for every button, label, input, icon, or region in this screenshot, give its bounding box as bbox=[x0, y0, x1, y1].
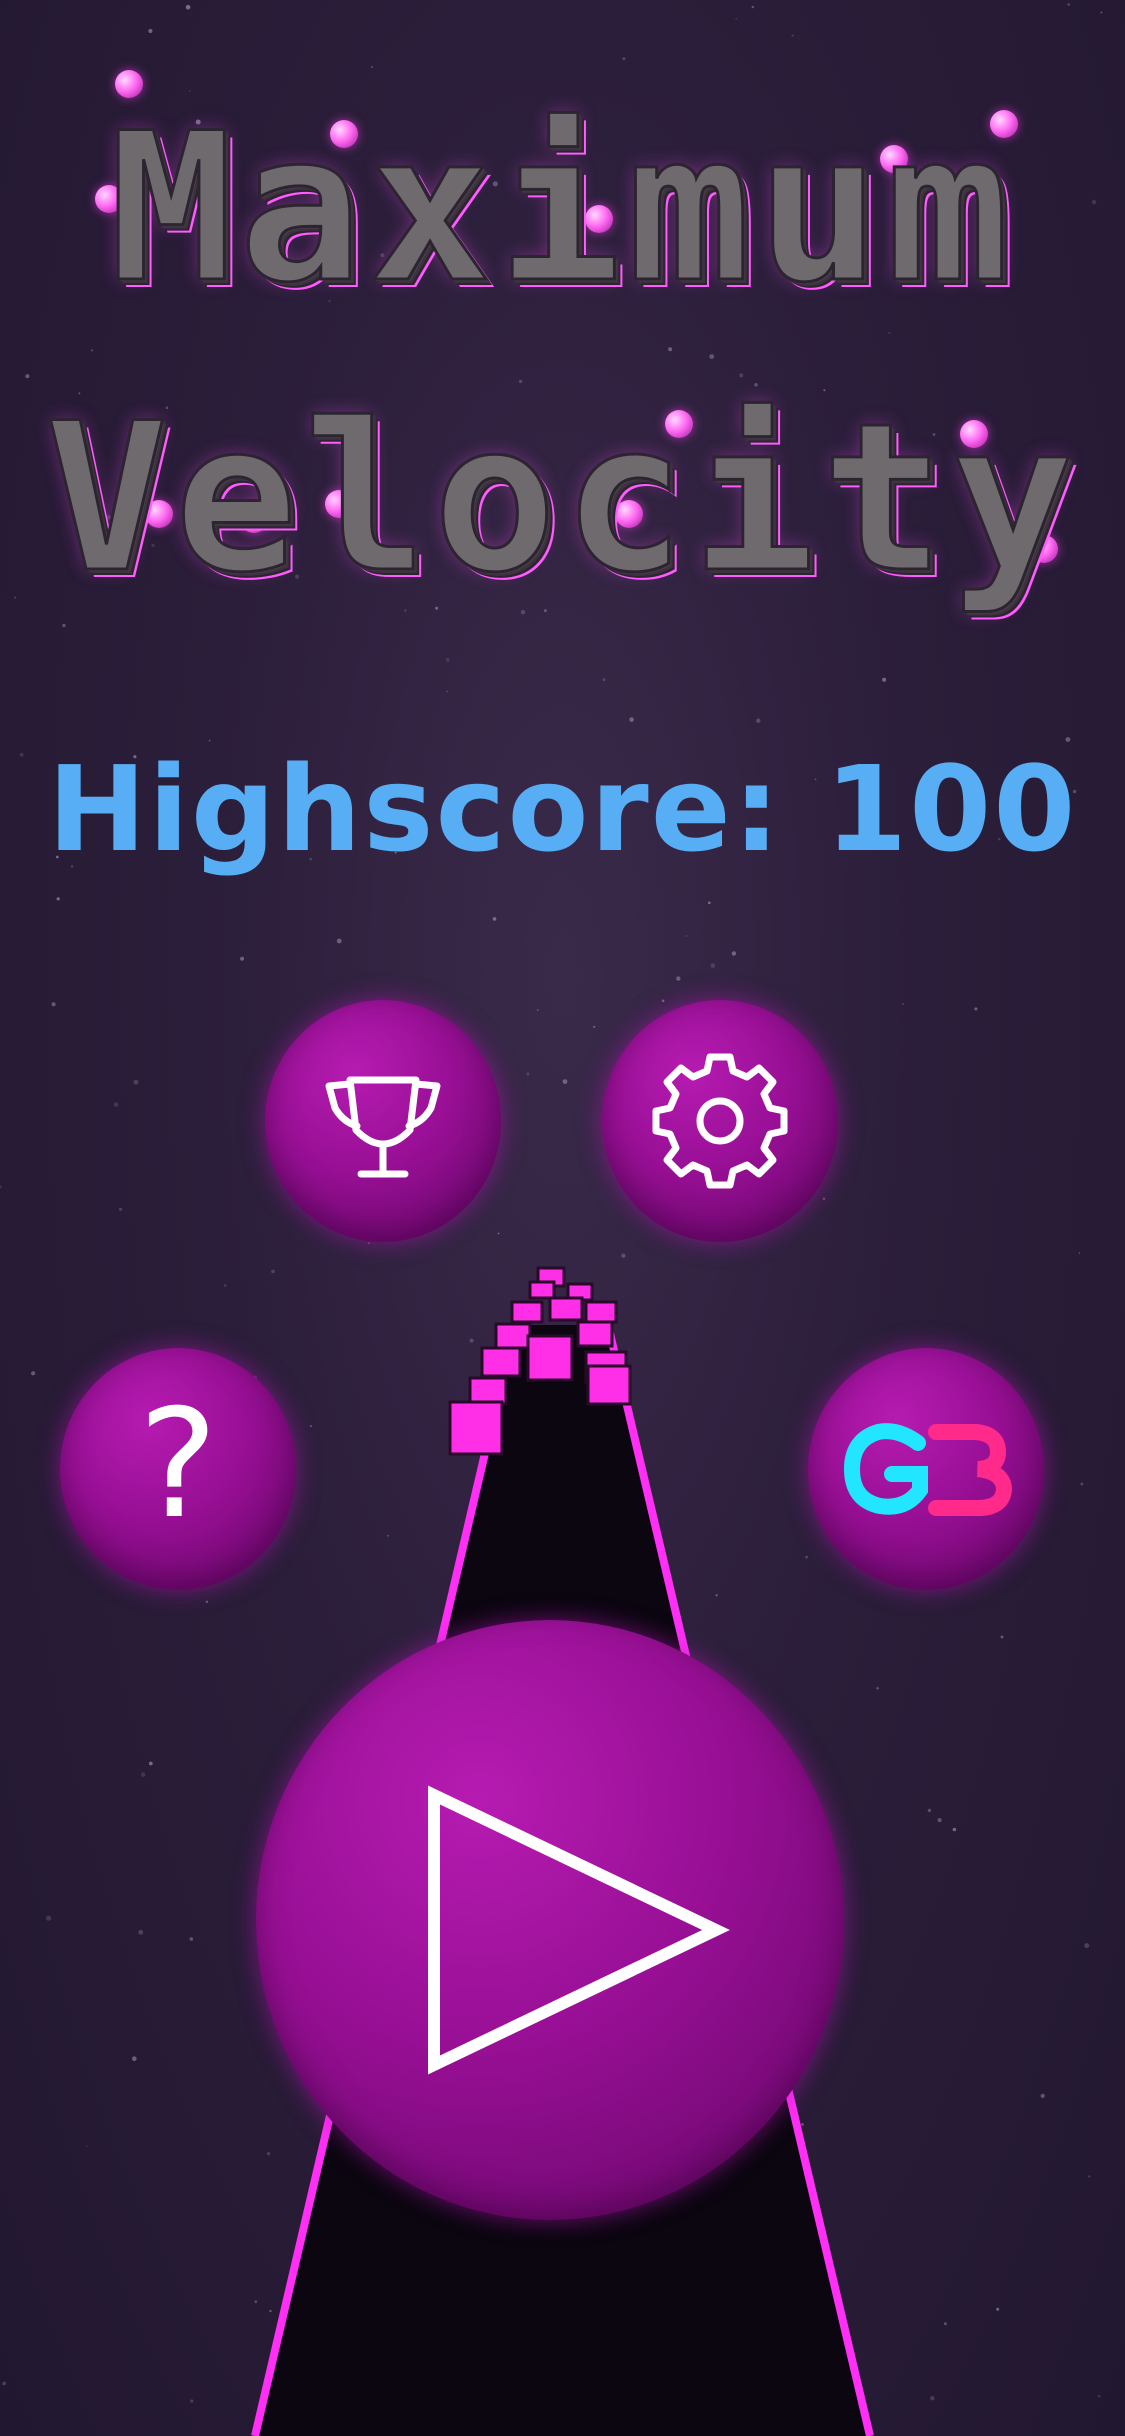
help-button[interactable]: ? bbox=[60, 1348, 296, 1590]
game-screen: Maximum Velocity Highscore: 100 ? bbox=[0, 0, 1125, 2436]
question-icon: ? bbox=[138, 1378, 218, 1552]
play-button[interactable] bbox=[256, 1620, 844, 2220]
title-line-1: Maximum bbox=[108, 89, 1016, 330]
title-line-2: Velocity bbox=[43, 379, 1081, 620]
gear-icon bbox=[652, 1053, 788, 1189]
settings-button[interactable] bbox=[602, 1000, 838, 1242]
gb-logo-icon bbox=[843, 1423, 1013, 1516]
svg-text:?: ? bbox=[138, 1378, 218, 1552]
gb-logo-button[interactable] bbox=[808, 1348, 1044, 1590]
play-icon bbox=[428, 1785, 730, 2075]
trophy-icon bbox=[325, 1076, 441, 1178]
highscore-text: Highscore: 100 bbox=[47, 740, 1078, 878]
leaderboard-button[interactable] bbox=[265, 1000, 501, 1242]
